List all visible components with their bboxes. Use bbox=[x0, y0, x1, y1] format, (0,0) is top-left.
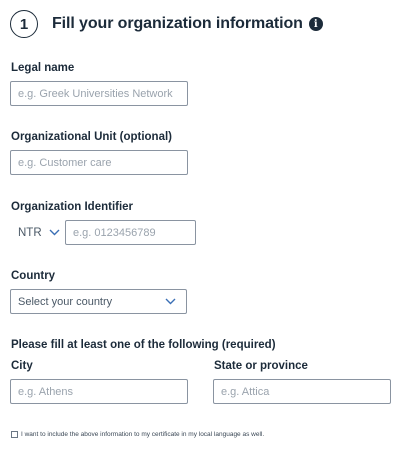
local-language-option: I want to include the above information … bbox=[11, 431, 264, 438]
local-language-checkbox-label[interactable]: I want to include the above information … bbox=[21, 431, 264, 438]
state-label: State or province bbox=[214, 360, 308, 372]
info-icon[interactable]: i bbox=[308, 17, 323, 31]
state-placeholder: e.g. Attica bbox=[221, 385, 270, 398]
org-unit-placeholder: e.g. Customer care bbox=[18, 156, 112, 169]
city-label: City bbox=[11, 360, 33, 372]
country-selected-value: Select your country bbox=[18, 295, 113, 308]
local-language-checkbox[interactable] bbox=[11, 431, 18, 438]
org-identifier-input[interactable]: e.g. 0123456789 bbox=[65, 220, 196, 245]
step-number-icon: 1 bbox=[10, 10, 38, 38]
legal-name-input[interactable]: e.g. Greek Universities Network bbox=[10, 81, 188, 106]
identifier-type-value: NTR bbox=[18, 226, 42, 239]
city-input[interactable]: e.g. Athens bbox=[10, 379, 188, 404]
org-identifier-label: Organization Identifier bbox=[11, 201, 134, 213]
country-select[interactable]: Select your country bbox=[10, 289, 187, 314]
section-header: 1 Fill your organization information i bbox=[10, 9, 323, 39]
org-unit-input[interactable]: e.g. Customer care bbox=[10, 150, 188, 175]
chevron-down-icon bbox=[165, 298, 176, 305]
organization-info-form: 1 Fill your organization information i L… bbox=[0, 0, 401, 456]
chevron-down-icon bbox=[49, 229, 60, 236]
country-label: Country bbox=[11, 270, 56, 282]
required-note: Please fill at least one of the followin… bbox=[11, 339, 276, 351]
legal-name-label: Legal name bbox=[11, 62, 75, 74]
identifier-type-select[interactable]: NTR bbox=[11, 220, 63, 245]
legal-name-placeholder: e.g. Greek Universities Network bbox=[18, 87, 173, 100]
state-input[interactable]: e.g. Attica bbox=[213, 379, 391, 404]
org-identifier-placeholder: e.g. 0123456789 bbox=[73, 226, 156, 239]
step-number: 1 bbox=[19, 15, 29, 33]
page-title: Fill your organization information bbox=[52, 15, 303, 32]
city-placeholder: e.g. Athens bbox=[18, 385, 74, 398]
org-unit-label: Organizational Unit (optional) bbox=[11, 131, 172, 143]
